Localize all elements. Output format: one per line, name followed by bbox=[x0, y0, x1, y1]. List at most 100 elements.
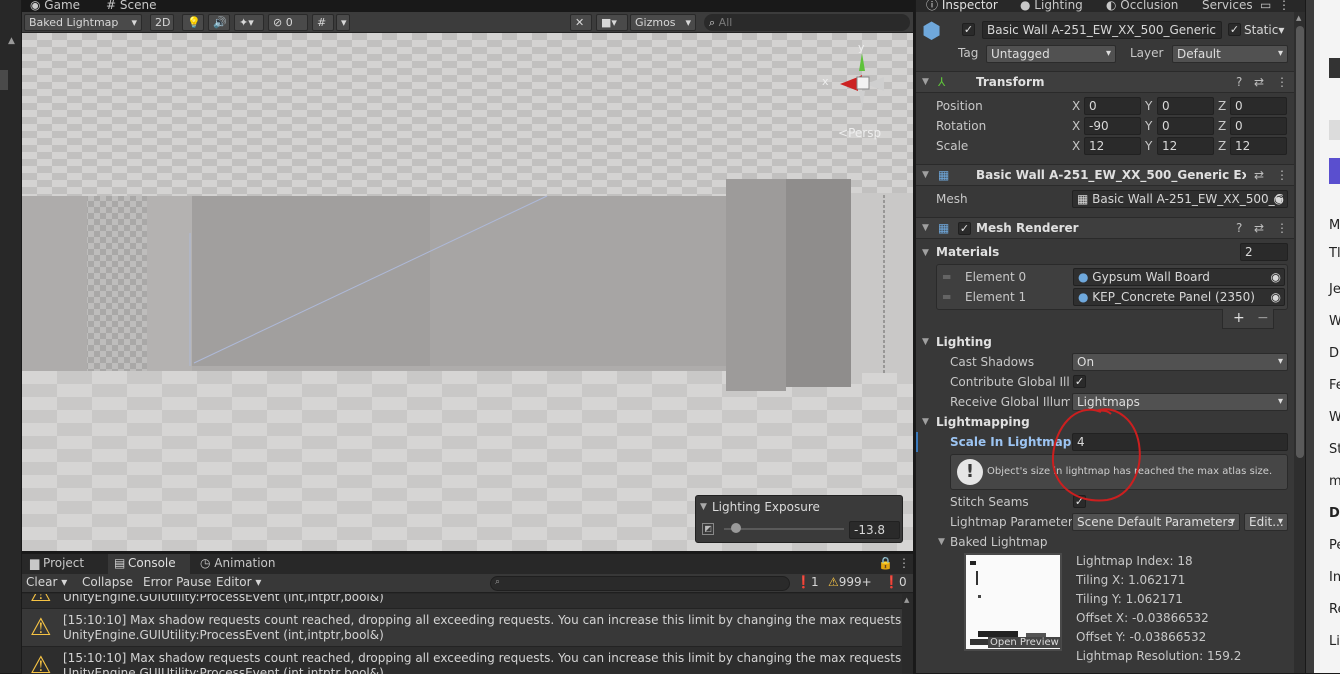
tab-services[interactable]: Services bbox=[1202, 0, 1253, 12]
scene-viewport[interactable]: x y <Persp ▼ Lighting Exposure ◩ -13.8 bbox=[22, 33, 913, 551]
log-entry[interactable]: ⚠ [15:10:10] Max shadow requests count r… bbox=[22, 609, 902, 647]
help-icon[interactable]: ? bbox=[1236, 74, 1242, 90]
add-element-button[interactable]: + bbox=[1233, 310, 1245, 326]
camera-dropdown[interactable]: ■▾ bbox=[596, 14, 628, 31]
tab-project[interactable]: ▆ Project bbox=[30, 556, 84, 570]
target-icon[interactable]: ◉ bbox=[1271, 289, 1281, 305]
kebab-menu-icon[interactable]: ⋮ bbox=[898, 556, 910, 570]
tab-game[interactable]: ◉ Game bbox=[30, 0, 80, 12]
maximize-icon[interactable]: ▭ bbox=[1260, 0, 1271, 12]
mesh-renderer-enabled-checkbox[interactable]: ✓ bbox=[958, 222, 971, 235]
layer-dropdown[interactable]: Default bbox=[1172, 45, 1288, 63]
axis-y-label[interactable]: Y bbox=[1145, 118, 1152, 134]
fold-arrow-icon[interactable]: ▼ bbox=[922, 245, 929, 261]
scene-search-input[interactable]: ⌕ All bbox=[704, 14, 910, 31]
lightmap-preview[interactable]: Open Preview bbox=[964, 553, 1062, 651]
active-checkbox[interactable]: ✓ bbox=[962, 23, 975, 36]
visibility-toggle-button[interactable]: ⊘ 0 bbox=[268, 14, 308, 31]
log-entry[interactable]: ⚠ UnityEngine.GUIUtility:ProcessEvent (i… bbox=[22, 594, 902, 609]
lightmap-parameters-dropdown[interactable]: Scene Default Parameters bbox=[1072, 513, 1240, 531]
warning-count-toggle[interactable]: ⚠999+ bbox=[828, 575, 872, 589]
axis-x-label[interactable]: X bbox=[1072, 138, 1080, 154]
axis-x-label[interactable]: X bbox=[1072, 98, 1080, 114]
rotation-x-field[interactable]: -90 bbox=[1084, 117, 1141, 135]
collapse-arrow-icon[interactable]: ▲ bbox=[8, 36, 15, 46]
element-1-field[interactable]: ● KEP_Concrete Panel (2350) ◉ bbox=[1073, 288, 1285, 306]
transform-header[interactable]: ▼ ⅄ Transform ? ⇄ ⋮ bbox=[916, 71, 1294, 93]
static-checkbox[interactable]: ✓ bbox=[1228, 23, 1241, 36]
kebab-menu-icon[interactable]: ⋮ bbox=[1278, 0, 1290, 12]
materials-count-field[interactable]: 2 bbox=[1240, 243, 1288, 261]
static-dropdown[interactable]: Static▾ bbox=[1244, 21, 1296, 39]
tab-inspector[interactable]: ⓘ Inspector bbox=[926, 0, 998, 12]
open-preview-button[interactable]: Open Preview bbox=[988, 637, 1061, 648]
target-icon[interactable]: ◉ bbox=[1271, 269, 1281, 285]
grid-toggle-button[interactable]: # bbox=[312, 14, 334, 31]
mesh-filter-header[interactable]: ▼ ▦ Basic Wall A-251_EW_XX_500_Generic E… bbox=[916, 164, 1294, 186]
collapse-button[interactable]: Collapse bbox=[82, 575, 133, 589]
axis-z-label[interactable]: Z bbox=[1218, 138, 1226, 154]
tab-occlusion[interactable]: ◐ Occlusion bbox=[1106, 0, 1178, 12]
kebab-menu-icon[interactable]: ⋮ bbox=[1276, 220, 1288, 236]
scale-z-field[interactable]: 12 bbox=[1230, 137, 1287, 155]
draw-mode-dropdown[interactable]: Baked Lightmap ▾ bbox=[24, 14, 142, 31]
axis-x-label[interactable]: X bbox=[1072, 118, 1080, 134]
mesh-renderer-header[interactable]: ▼ ▦ ✓ Mesh Renderer ? ⇄ ⋮ bbox=[916, 217, 1294, 239]
presets-icon[interactable]: ⇄ bbox=[1254, 220, 1264, 236]
scrollbar-thumb[interactable] bbox=[0, 70, 8, 90]
grid-options-dropdown[interactable]: ▾ bbox=[336, 14, 350, 31]
clear-button[interactable]: Clear ▾ bbox=[26, 575, 67, 589]
console-scrollbar[interactable]: ▲ bbox=[902, 594, 913, 674]
cast-shadows-dropdown[interactable]: On bbox=[1072, 353, 1288, 371]
console-search-input[interactable]: ⌕ bbox=[490, 576, 790, 591]
tag-dropdown[interactable]: Untagged bbox=[986, 45, 1116, 63]
scale-x-field[interactable]: 12 bbox=[1084, 137, 1141, 155]
position-y-field[interactable]: 0 bbox=[1157, 97, 1214, 115]
axis-z-label[interactable]: Z bbox=[1218, 98, 1226, 114]
axis-y-label[interactable]: Y bbox=[1145, 138, 1152, 154]
perspective-toggle[interactable]: <Persp bbox=[838, 126, 881, 140]
toggle-2d-button[interactable]: 2D bbox=[150, 14, 174, 31]
drag-handle-icon[interactable]: ═ bbox=[943, 269, 950, 285]
element-0-field[interactable]: ● Gypsum Wall Board ◉ bbox=[1073, 268, 1285, 286]
tab-lighting[interactable]: ● Lighting bbox=[1020, 0, 1083, 12]
gizmos-dropdown[interactable]: Gizmos ▾ bbox=[630, 14, 696, 31]
inspector-scrollbar[interactable]: ▲ bbox=[1294, 12, 1305, 673]
rotation-z-field[interactable]: 0 bbox=[1230, 117, 1287, 135]
tools-button[interactable]: ✕ bbox=[570, 14, 592, 31]
orientation-gizmo[interactable]: x y bbox=[822, 39, 902, 119]
exposure-value-field[interactable]: -13.8 bbox=[849, 521, 900, 539]
fold-arrow-icon[interactable]: ▼ bbox=[922, 414, 929, 430]
contribute-gi-checkbox[interactable]: ✓ bbox=[1073, 375, 1086, 388]
axis-z-label[interactable]: Z bbox=[1218, 118, 1226, 134]
error-count-toggle[interactable]: ❗0 bbox=[884, 575, 907, 589]
audio-toggle-button[interactable]: 🔊 bbox=[208, 14, 230, 31]
exposure-slider-track[interactable] bbox=[724, 528, 844, 530]
presets-icon[interactable]: ⇄ bbox=[1254, 167, 1264, 183]
remove-element-button[interactable]: − bbox=[1257, 310, 1269, 326]
log-entry[interactable]: ⚠ [15:10:10] Max shadow requests count r… bbox=[22, 647, 902, 674]
tab-scene[interactable]: # Scene bbox=[106, 0, 156, 12]
rotation-y-field[interactable]: 0 bbox=[1157, 117, 1214, 135]
target-icon[interactable]: ◉ bbox=[1274, 191, 1284, 207]
effects-dropdown[interactable]: ✦▾ bbox=[234, 14, 264, 31]
tab-console[interactable]: ▤ Console bbox=[108, 554, 190, 574]
exposure-slider-thumb[interactable] bbox=[731, 523, 741, 533]
lock-icon[interactable]: 🔒 bbox=[878, 556, 893, 570]
info-count-toggle[interactable]: ❗1 bbox=[796, 575, 819, 589]
scale-y-field[interactable]: 12 bbox=[1157, 137, 1214, 155]
presets-icon[interactable]: ⇄ bbox=[1254, 74, 1264, 90]
position-x-field[interactable]: 0 bbox=[1084, 97, 1141, 115]
help-icon[interactable]: ? bbox=[1236, 220, 1242, 236]
drag-handle-icon[interactable]: ═ bbox=[943, 289, 950, 305]
tab-animation[interactable]: ◷ Animation bbox=[200, 556, 275, 570]
fold-arrow-icon[interactable]: ▼ bbox=[700, 502, 707, 512]
axis-y-label[interactable]: Y bbox=[1145, 98, 1152, 114]
fold-arrow-icon[interactable]: ▼ bbox=[922, 334, 929, 350]
kebab-menu-icon[interactable]: ⋮ bbox=[1276, 167, 1288, 183]
scrollbar-thumb[interactable] bbox=[1296, 26, 1304, 458]
fold-arrow-icon[interactable]: ▼ bbox=[938, 534, 945, 550]
lighting-toggle-button[interactable]: 💡 bbox=[182, 14, 204, 31]
editor-dropdown[interactable]: Editor ▾ bbox=[216, 575, 261, 589]
position-z-field[interactable]: 0 bbox=[1230, 97, 1287, 115]
